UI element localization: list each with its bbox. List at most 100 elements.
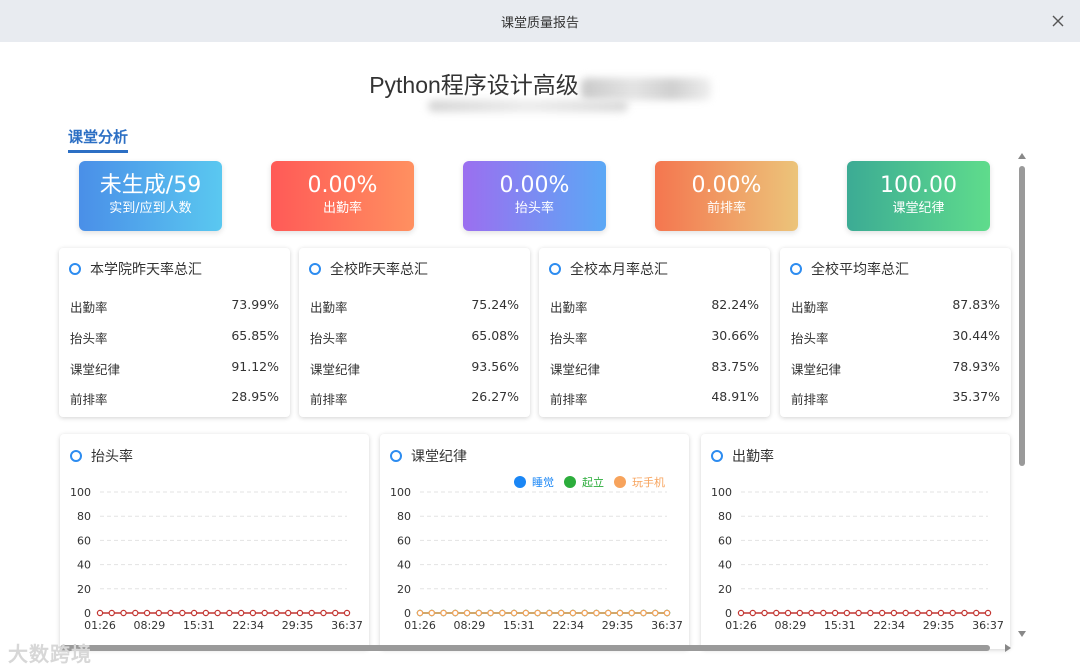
section-title: 课堂分析	[68, 126, 129, 153]
x-tick-label: 29:35	[602, 619, 634, 632]
legend-label: 睡觉	[532, 476, 554, 489]
data-point	[332, 609, 339, 617]
stat-card-3: 0.00% 前排率	[655, 161, 798, 231]
y-tick-label: 20	[77, 583, 91, 596]
summary-row-label: 抬头率	[70, 331, 108, 346]
y-tick-label: 80	[77, 510, 91, 523]
stat-value: 0.00%	[499, 173, 570, 198]
x-tick-label: 22:34	[552, 619, 584, 632]
summary-card-header: 全校昨天率总汇	[309, 259, 428, 279]
summary-row-label: 前排率	[550, 392, 588, 407]
data-point	[108, 609, 115, 617]
summary-row: 前排率 48.91%	[550, 389, 759, 408]
vertical-scroll-thumb[interactable]	[1019, 166, 1025, 466]
chart-legend: 睡觉 起立 玩手机	[504, 474, 665, 490]
data-point	[914, 609, 921, 617]
data-point	[890, 609, 898, 617]
summary-row-label: 前排率	[791, 392, 829, 407]
summary-row-label: 课堂纪律	[791, 362, 842, 377]
stat-label: 课堂纪律	[892, 201, 945, 216]
x-tick-label: 08:29	[775, 619, 807, 632]
stat-label: 出勤率	[322, 201, 362, 216]
close-button[interactable]	[1046, 9, 1070, 33]
data-point	[440, 609, 447, 617]
stat-value: 0.00%	[691, 173, 762, 198]
data-point	[581, 609, 588, 617]
summary-card-title: 全校昨天率总汇	[330, 262, 428, 278]
data-point	[820, 609, 827, 617]
data-point	[308, 609, 315, 617]
data-point	[616, 609, 624, 617]
legend-dot-icon	[614, 476, 626, 488]
summary-row: 前排率 26.27%	[310, 389, 519, 408]
data-point	[296, 609, 304, 617]
summary-row-value: 73.99%	[231, 297, 279, 312]
summary-row: 抬头率 65.85%	[70, 328, 279, 347]
summary-card-0: 本学院昨天率总汇 出勤率 73.99% 抬头率 65.85% 课堂纪律 91.12% 前排率 2…	[59, 248, 290, 417]
data-point	[343, 609, 351, 617]
summary-row-label: 出勤率	[70, 300, 108, 315]
data-point	[320, 609, 327, 617]
chart-card-2: 出勤率 0 20 40 60 80 100 01:26 08:29 15:31 22:34 29:35…	[701, 434, 1010, 649]
data-point	[428, 609, 435, 617]
data-point	[284, 609, 292, 617]
legend-item[interactable]: 睡觉	[514, 474, 554, 490]
stat-value: 0.00%	[307, 173, 378, 198]
data-point	[452, 609, 459, 617]
chart-svg: 02040608010001:26 08:29 15:31 22:34 29:35 36:…	[711, 486, 1004, 632]
horizontal-scroll-thumb[interactable]	[60, 645, 990, 651]
summary-row-label: 课堂纪律	[310, 362, 361, 377]
summary-card-2: 全校本月率总汇 出勤率 82.24% 抬头率 30.66% 课堂纪律 83.75% 前排率 48…	[539, 248, 770, 417]
legend-dot-icon	[564, 476, 576, 488]
legend-item[interactable]: 起立	[564, 474, 604, 490]
x-tick-label: 29:35	[282, 619, 314, 632]
data-point	[237, 609, 245, 617]
vertical-scrollbar[interactable]	[1014, 152, 1030, 642]
summary-card-header: 全校本月率总汇	[549, 259, 668, 279]
data-point	[475, 609, 483, 617]
x-tick-label: 36:37	[331, 619, 363, 632]
x-tick-label: 01:26	[404, 619, 436, 632]
x-tick-label: 15:31	[503, 619, 535, 632]
data-point	[761, 609, 768, 617]
summary-row: 出勤率 75.24%	[310, 297, 519, 316]
data-point	[784, 609, 792, 617]
close-icon	[1052, 15, 1064, 27]
y-tick-label: 100	[711, 486, 732, 499]
data-point	[273, 609, 280, 617]
summary-row: 课堂纪律 93.56%	[310, 359, 519, 378]
circle-icon	[309, 263, 321, 275]
summary-row-value: 65.85%	[231, 328, 279, 343]
data-point	[984, 609, 992, 617]
summary-card-title: 本学院昨天率总汇	[90, 262, 202, 278]
chart-svg: 02040608010001:26 08:29 15:31 22:34 29:35 36:…	[70, 486, 363, 632]
summary-card-header: 全校平均率总汇	[790, 259, 909, 279]
data-point	[796, 609, 804, 617]
horizontal-scrollbar[interactable]	[52, 641, 1018, 655]
x-tick-label: 08:29	[454, 619, 486, 632]
summary-row-value: 87.83%	[952, 297, 1000, 312]
scroll-down-arrow-icon[interactable]	[1017, 630, 1027, 638]
stat-value: 未生成/59	[99, 173, 202, 198]
data-point	[737, 609, 745, 617]
x-tick-label: 36:37	[972, 619, 1004, 632]
data-point	[510, 609, 518, 617]
scroll-up-arrow-icon[interactable]	[1017, 152, 1027, 160]
stat-card-2: 0.00% 抬头率	[463, 161, 606, 231]
stat-value: 100.00	[880, 173, 957, 198]
data-point	[604, 609, 612, 617]
summary-row-value: 75.24%	[471, 297, 519, 312]
stat-label: 实到/应到人数	[109, 201, 192, 216]
summary-row: 抬头率 65.08%	[310, 328, 519, 347]
y-tick-label: 20	[718, 583, 732, 596]
legend-item[interactable]: 玩手机	[614, 474, 665, 490]
summary-row-value: 82.24%	[711, 297, 759, 312]
scroll-right-arrow-icon[interactable]	[1004, 643, 1012, 653]
data-point	[132, 609, 139, 617]
stat-card-1: 0.00% 出勤率	[271, 161, 414, 231]
data-point	[569, 609, 577, 617]
summary-row: 抬头率 30.66%	[550, 328, 759, 347]
data-point	[167, 609, 174, 617]
stat-card-0: 未生成/59 实到/应到人数	[79, 161, 222, 231]
summary-row-value: 28.95%	[231, 389, 279, 404]
